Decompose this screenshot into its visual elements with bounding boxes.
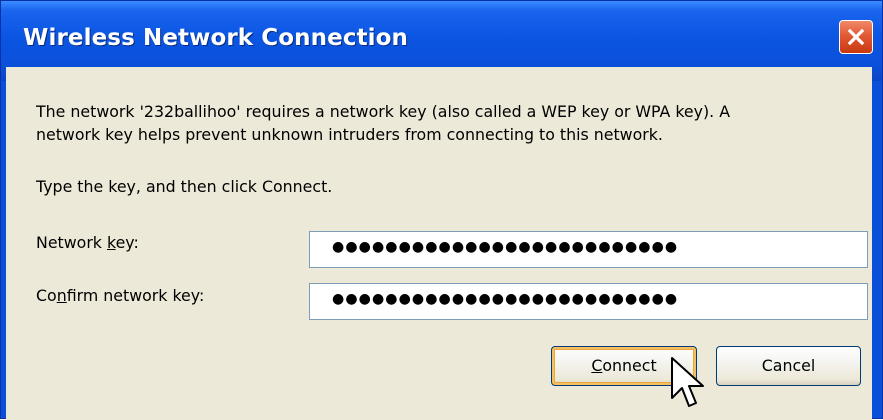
arrow-cursor-icon — [671, 357, 704, 407]
network-key-label: Network key: — [36, 233, 139, 252]
dialog-window: Wireless Network Connection The network … — [0, 0, 883, 420]
message-line-2: network key helps prevent unknown intrud… — [36, 125, 663, 144]
dialog-body: The network '232ballihoo' requires a net… — [6, 67, 872, 420]
close-button[interactable] — [839, 20, 873, 54]
confirm-key-value: ●●●●●●●●●●●●●●●●●●●●●●●●●● — [332, 291, 679, 307]
cancel-button[interactable]: Cancel — [716, 346, 861, 386]
window-title: Wireless Network Connection — [23, 25, 409, 51]
network-key-field[interactable]: ●●●●●●●●●●●●●●●●●●●●●●●●●● — [309, 231, 868, 268]
confirm-key-field[interactable]: ●●●●●●●●●●●●●●●●●●●●●●●●●● — [309, 283, 868, 320]
network-key-value: ●●●●●●●●●●●●●●●●●●●●●●●●●● — [332, 239, 679, 255]
close-icon — [847, 28, 865, 46]
message-line-1: The network '232ballihoo' requires a net… — [36, 102, 730, 121]
instruction-text: Type the key, and then click Connect. — [36, 177, 333, 196]
confirm-key-label: Confirm network key: — [36, 286, 205, 305]
